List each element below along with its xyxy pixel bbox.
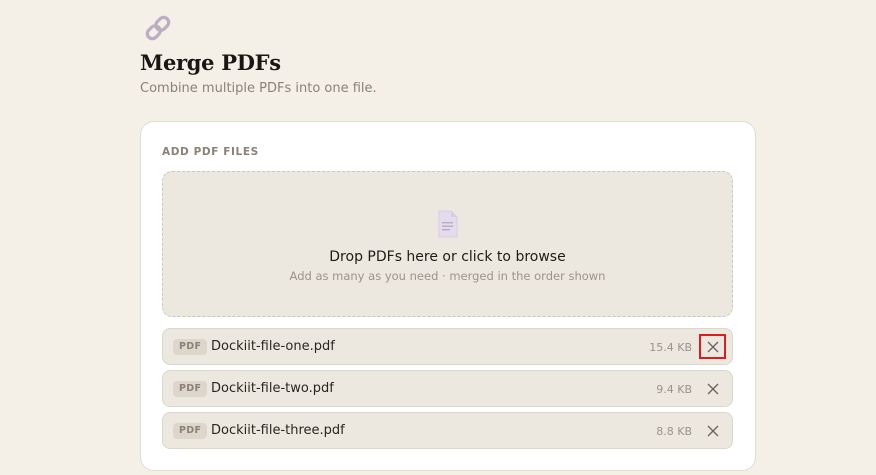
file-size: 8.8 KB <box>656 425 692 438</box>
close-icon <box>707 425 718 436</box>
section-label: ADD PDF FILES <box>162 146 259 158</box>
file-type-badge: PDF <box>173 423 208 439</box>
remove-file-button[interactable] <box>699 334 726 359</box>
file-row[interactable]: PDF Dockiit-file-two.pdf 9.4 KB <box>162 370 733 407</box>
close-icon <box>707 383 718 394</box>
dropzone-title: Drop PDFs here or click to browse <box>329 249 566 265</box>
page-title: Merge PDFs <box>140 50 281 75</box>
merge-card: ADD PDF FILES Drop PDFs here or click to… <box>140 121 756 471</box>
remove-file-button[interactable] <box>699 418 726 443</box>
merge-pdfs-page: Merge PDFs Combine multiple PDFs into on… <box>0 0 876 475</box>
file-size: 9.4 KB <box>656 383 692 396</box>
file-name: Dockiit-file-two.pdf <box>211 381 334 396</box>
file-name: Dockiit-file-three.pdf <box>211 423 345 438</box>
file-row[interactable]: PDF Dockiit-file-one.pdf 15.4 KB <box>162 328 733 365</box>
file-type-badge: PDF <box>173 381 208 397</box>
pdf-dropzone[interactable]: Drop PDFs here or click to browse Add as… <box>162 171 733 317</box>
file-name: Dockiit-file-one.pdf <box>211 339 335 354</box>
link-chain-icon <box>145 15 171 41</box>
file-type-badge: PDF <box>173 339 208 355</box>
file-size: 15.4 KB <box>649 341 692 354</box>
page-subtitle: Combine multiple PDFs into one file. <box>140 81 377 96</box>
close-icon <box>707 341 718 352</box>
file-row[interactable]: PDF Dockiit-file-three.pdf 8.8 KB <box>162 412 733 449</box>
dropzone-subtitle: Add as many as you need · merged in the … <box>289 269 606 283</box>
remove-file-button[interactable] <box>699 376 726 401</box>
document-icon <box>438 210 458 238</box>
